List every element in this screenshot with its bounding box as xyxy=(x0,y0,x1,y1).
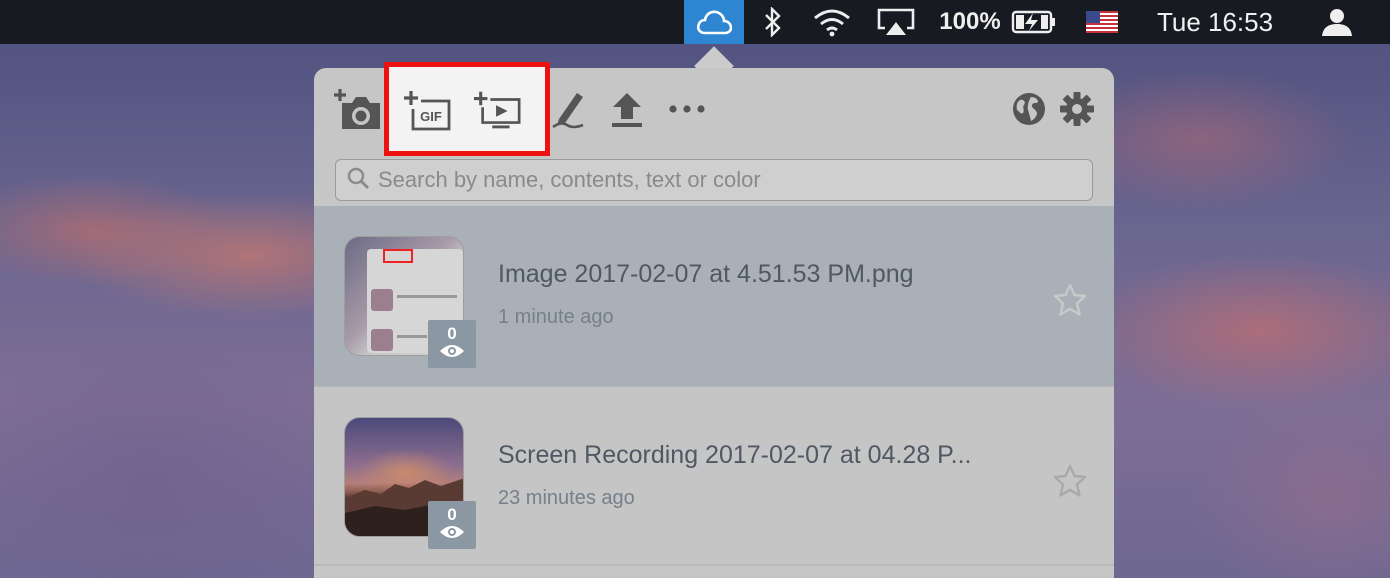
view-count-badge: 0 xyxy=(428,501,476,549)
bluetooth-icon[interactable] xyxy=(756,0,790,44)
gif-plus-icon[interactable]: GIF xyxy=(403,89,453,135)
airplay-icon[interactable] xyxy=(872,0,920,44)
view-count: 0 xyxy=(447,504,457,524)
menubar-clock[interactable]: Tue 16:53 xyxy=(1140,0,1290,44)
battery-percent: 100% xyxy=(939,8,1001,35)
search-field[interactable] xyxy=(335,159,1093,201)
screen-record-plus-icon[interactable] xyxy=(473,89,523,135)
item-time: 1 minute ago xyxy=(498,306,614,328)
more-icon[interactable] xyxy=(662,86,712,132)
us-flag-icon[interactable] xyxy=(1082,0,1122,44)
search-input[interactable] xyxy=(378,167,1078,193)
wifi-icon[interactable] xyxy=(806,0,858,44)
list-item[interactable]: 0 Image 2017-02-07 at 4.51.53 PM.png 1 m… xyxy=(314,206,1114,386)
eye-icon xyxy=(439,343,465,364)
user-icon[interactable] xyxy=(1310,0,1364,44)
annotate-icon[interactable] xyxy=(544,86,594,132)
highlight-callout: GIF xyxy=(384,62,550,156)
item-title: Image 2017-02-07 at 4.51.53 PM.png xyxy=(498,260,914,288)
list-item[interactable]: 0 Screen Recording 2017-02-07 at 04.28 P… xyxy=(314,386,1114,566)
view-count: 0 xyxy=(447,323,457,343)
menu-bar: 100% Tue 16:53 xyxy=(0,0,1390,44)
divider xyxy=(314,564,1114,566)
upload-icon[interactable] xyxy=(602,86,652,132)
item-time: 23 minutes ago xyxy=(498,487,635,509)
eye-icon xyxy=(439,524,465,545)
view-count-badge: 0 xyxy=(428,320,476,368)
item-title: Screen Recording 2017-02-07 at 04.28 P..… xyxy=(498,441,972,469)
battery-charging-icon[interactable] xyxy=(1006,0,1062,44)
search-icon xyxy=(346,166,370,195)
star-icon[interactable] xyxy=(1050,461,1090,501)
globe-icon[interactable] xyxy=(1004,86,1054,132)
cloud-icon[interactable] xyxy=(684,0,744,44)
gear-icon[interactable] xyxy=(1052,86,1102,132)
camera-plus-icon[interactable] xyxy=(334,86,384,132)
gif-label: GIF xyxy=(420,109,442,124)
star-icon[interactable] xyxy=(1050,280,1090,320)
